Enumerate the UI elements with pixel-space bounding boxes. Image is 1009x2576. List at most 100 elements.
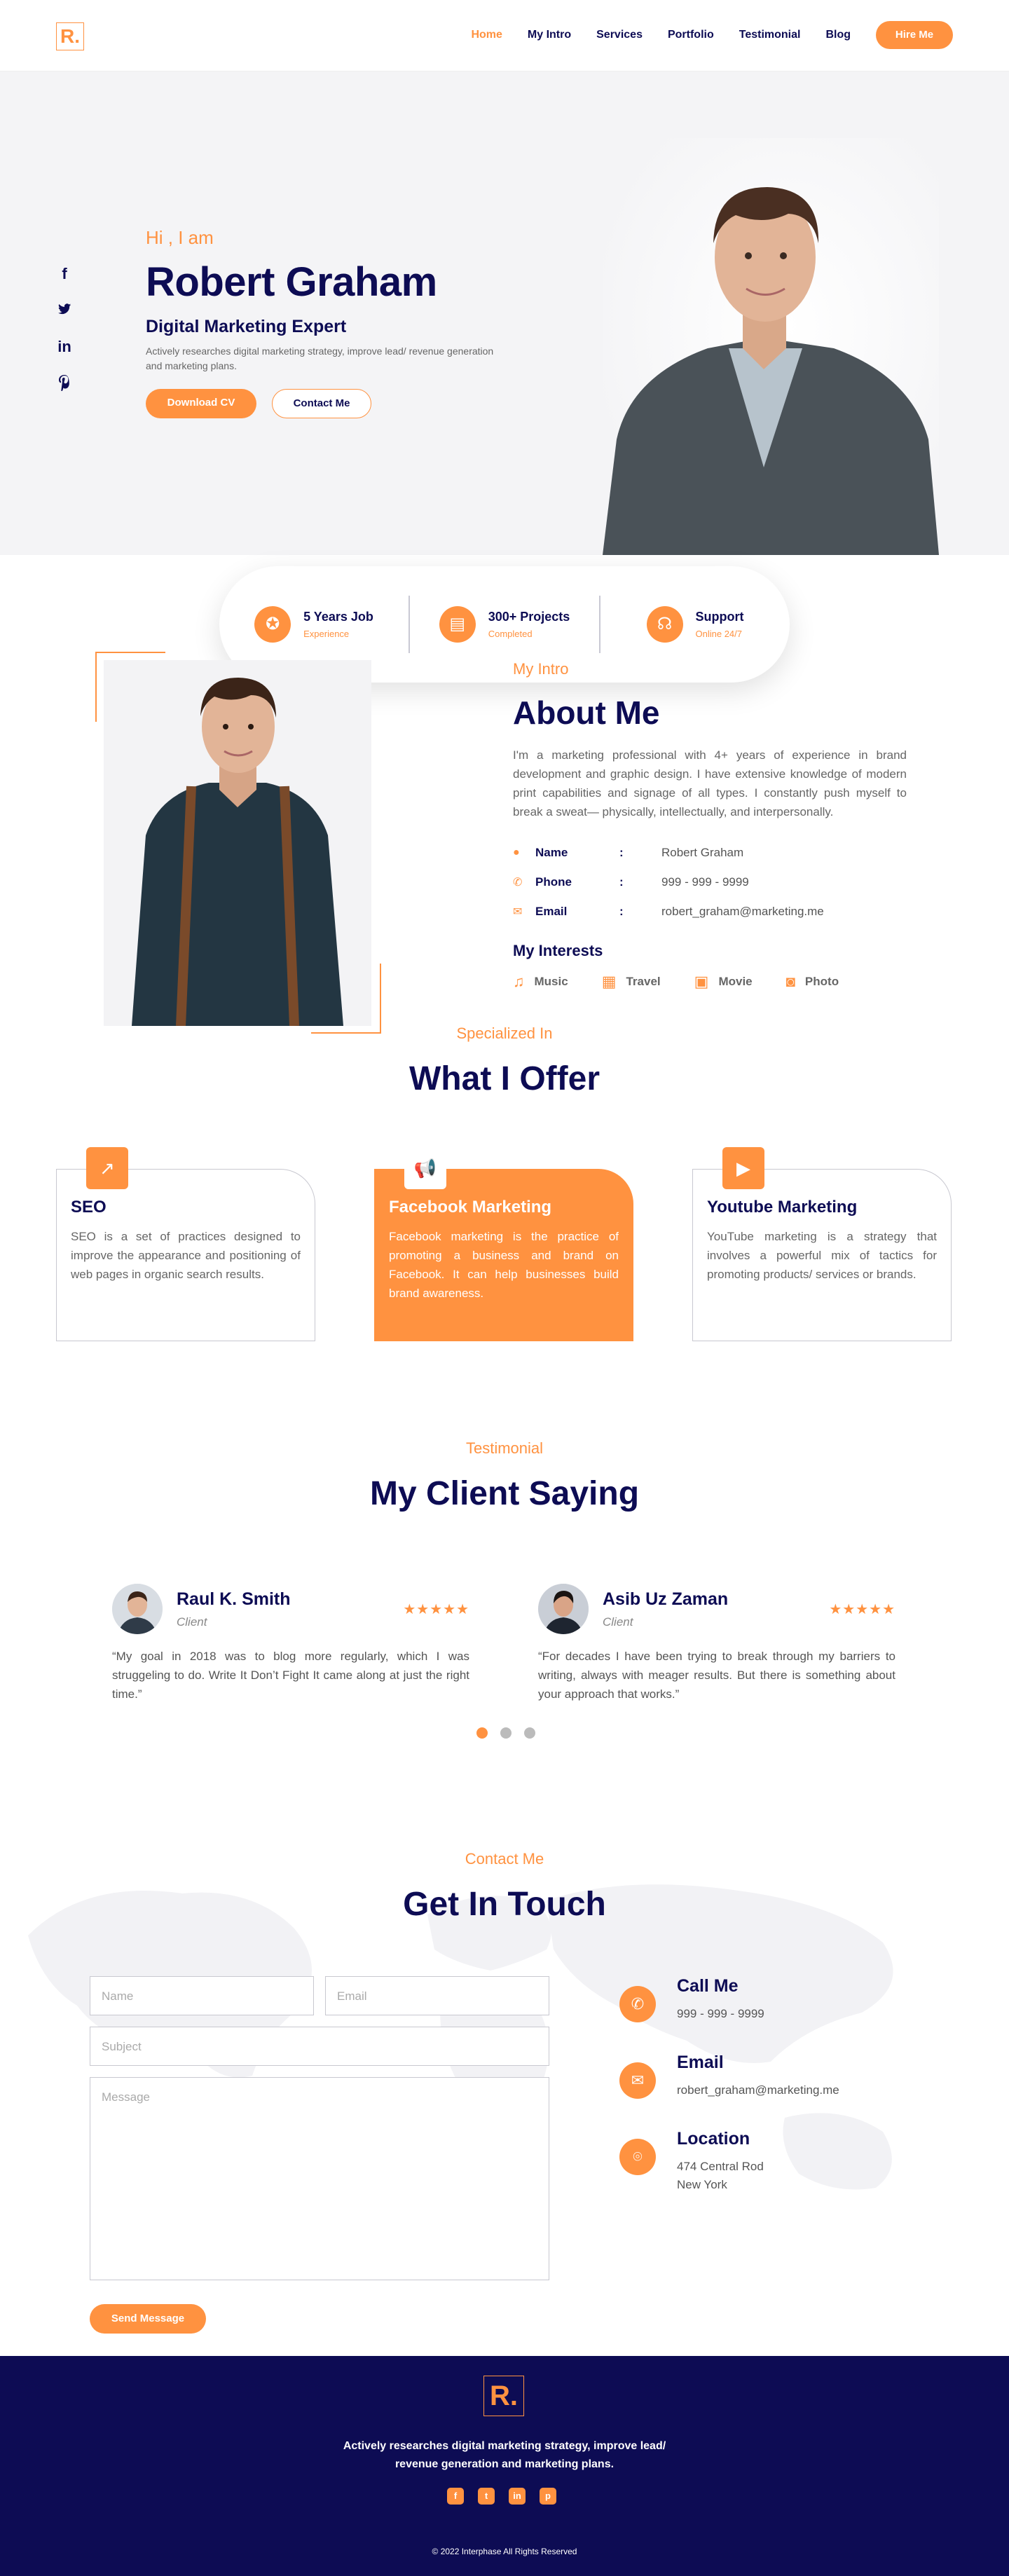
interest-label: Music — [534, 975, 568, 988]
interest-movie: ▣ Movie — [694, 973, 753, 991]
client-role: Client — [603, 1615, 633, 1629]
linkedin-icon[interactable]: in — [509, 2488, 526, 2505]
contact-email: ✉ Email robert_graham@marketing.me — [619, 2053, 839, 2099]
phone-icon: ✆ — [513, 877, 523, 889]
contact-item-text: robert_graham@marketing.me — [677, 2083, 839, 2097]
client-role: Client — [177, 1615, 207, 1629]
about-content: My Intro About Me I'm a marketing profes… — [513, 660, 907, 991]
carousel-dot-3[interactable] — [524, 1727, 535, 1739]
info-label: Email — [535, 905, 568, 918]
subject-input[interactable]: Subject — [90, 2027, 549, 2066]
nav-blog[interactable]: Blog — [825, 29, 851, 41]
carousel-dots — [476, 1727, 535, 1739]
contact-item-text: 999 - 999 - 9999 — [677, 2007, 764, 2020]
about-section: My Intro About Me I'm a marketing profes… — [0, 555, 1009, 1034]
client-name: Asib Uz Zaman — [603, 1589, 729, 1609]
service-card-youtube[interactable]: ▶ Youtube Marketing YouTube marketing is… — [692, 1147, 952, 1341]
pinterest-icon[interactable] — [56, 374, 73, 392]
about-title: About Me — [513, 694, 660, 731]
nav-portfolio[interactable]: Portfolio — [668, 29, 714, 41]
carousel-dot-2[interactable] — [500, 1727, 512, 1739]
about-portrait — [104, 660, 371, 1026]
chart-icon: ↗ — [86, 1147, 128, 1189]
client-quote: “For decades I have been trying to break… — [538, 1650, 895, 1701]
hero-greeting: Hi , I am — [146, 227, 214, 248]
copyright: © 2022 Interphase All Rights Reserved — [432, 2547, 577, 2556]
contact-me-button[interactable]: Contact Me — [272, 389, 371, 418]
contact-eyebrow: Contact Me — [465, 1850, 544, 1868]
facebook-icon[interactable]: f — [447, 2488, 464, 2505]
mail-icon: ✉ — [619, 2062, 656, 2099]
contact-info: ✆ Call Me 999 - 999 - 9999 ✉ Email robert_… — [619, 1976, 839, 2224]
footer-logo[interactable]: R. — [483, 2376, 524, 2416]
megaphone-icon: 📢 — [404, 1147, 446, 1189]
email-input[interactable]: Email — [325, 1976, 549, 2015]
carousel-dot-1[interactable] — [476, 1727, 488, 1739]
hero-portrait — [603, 138, 939, 555]
about-description: I'm a marketing professional with 4+ yea… — [513, 748, 907, 818]
luggage-icon: ▦ — [601, 973, 617, 990]
hero-section: f in Hi , I am Robert Graham Digital Mar… — [0, 71, 1009, 683]
download-cv-button[interactable]: Download CV — [146, 389, 256, 418]
interest-photo: ◙ Photo — [786, 973, 839, 991]
info-email: ✉ Email: robert_graham@marketing.me — [513, 905, 824, 918]
contact-section: Contact Me Get In Touch Name Email Subje… — [0, 1795, 1009, 2356]
services-section: Specialized In What I Offer ↗ SEO SEO is… — [0, 1003, 1009, 1417]
client-quote: “My goal in 2018 was to blog more regula… — [112, 1650, 469, 1701]
interest-label: Photo — [804, 975, 839, 988]
service-description: Facebook marketing is the practice of pr… — [389, 1230, 619, 1300]
hero-description: Actively researches digital marketing st… — [146, 345, 494, 371]
contact-location: ⌾ Location 474 Central Rod New York — [619, 2129, 839, 2194]
facebook-icon[interactable]: f — [56, 265, 73, 283]
nav-services[interactable]: Services — [596, 29, 643, 41]
nav-my-intro[interactable]: My Intro — [528, 29, 571, 41]
testimonial-title: My Client Saying — [369, 1475, 640, 1512]
info-label: Phone — [535, 875, 572, 889]
hire-me-button[interactable]: Hire Me — [876, 21, 953, 49]
hero-role: Digital Marketing Expert — [146, 317, 347, 336]
send-message-button[interactable]: Send Message — [90, 2304, 206, 2334]
testimonial-card: Asib Uz Zaman Client ★★★★★ “For decades … — [538, 1584, 895, 1704]
mail-icon: ✉ — [513, 906, 523, 918]
pinterest-icon[interactable]: p — [540, 2488, 556, 2505]
service-title: Youtube Marketing — [707, 1198, 858, 1217]
nav-testimonial[interactable]: Testimonial — [739, 29, 801, 41]
play-icon: ▶ — [722, 1147, 764, 1189]
site-footer: R. Actively researches digital marketing… — [0, 2356, 1009, 2576]
service-card-seo[interactable]: ↗ SEO SEO is a set of practices designed… — [56, 1147, 315, 1341]
interest-music: ♫ Music — [513, 973, 568, 991]
linkedin-icon[interactable]: in — [56, 338, 73, 356]
contact-item-title: Email — [677, 2053, 724, 2072]
testimonial-eyebrow: Testimonial — [465, 1439, 544, 1457]
user-icon: ● — [513, 847, 520, 858]
service-description: YouTube marketing is a strategy that inv… — [707, 1230, 937, 1281]
avatar — [538, 1584, 589, 1634]
rating-stars: ★★★★★ — [829, 1601, 895, 1617]
headphones-icon: ♫ — [513, 973, 525, 990]
about-eyebrow: My Intro — [513, 660, 569, 678]
service-cards: ↗ SEO SEO is a set of practices designed… — [56, 1147, 952, 1341]
client-name: Raul K. Smith — [177, 1589, 291, 1609]
hero-social-links: f in — [56, 265, 73, 392]
twitter-icon[interactable]: t — [478, 2488, 495, 2505]
services-eyebrow: Specialized In — [456, 1025, 553, 1042]
interests-list: ♫ Music ▦ Travel ▣ Movie ◙ Photo — [513, 973, 907, 991]
interest-travel: ▦ Travel — [602, 973, 661, 991]
info-name: ● Name: Robert Graham — [513, 846, 744, 859]
hero-name: Robert Graham — [146, 259, 437, 305]
interests-title: My Interests — [513, 942, 603, 959]
message-textarea[interactable]: Message — [90, 2077, 549, 2280]
service-title: Facebook Marketing — [389, 1198, 552, 1217]
service-description: SEO is a set of practices designed to im… — [71, 1230, 301, 1281]
services-title: What I Offer — [409, 1060, 600, 1097]
info-phone: ✆ Phone:999 - 999 - 9999 — [513, 875, 749, 889]
twitter-icon[interactable] — [56, 301, 73, 320]
logo[interactable]: R. — [56, 22, 84, 50]
info-value: 999 - 999 - 9999 — [661, 875, 749, 889]
contact-item-title: Call Me — [677, 1976, 739, 1996]
testimonial-list: Raul K. Smith Client ★★★★★ “My goal in 2… — [112, 1584, 895, 1704]
info-label: Name — [535, 846, 568, 859]
nav-home[interactable]: Home — [471, 29, 502, 41]
service-card-facebook[interactable]: 📢 Facebook Marketing Facebook marketing … — [374, 1147, 633, 1341]
name-input[interactable]: Name — [90, 1976, 314, 2015]
